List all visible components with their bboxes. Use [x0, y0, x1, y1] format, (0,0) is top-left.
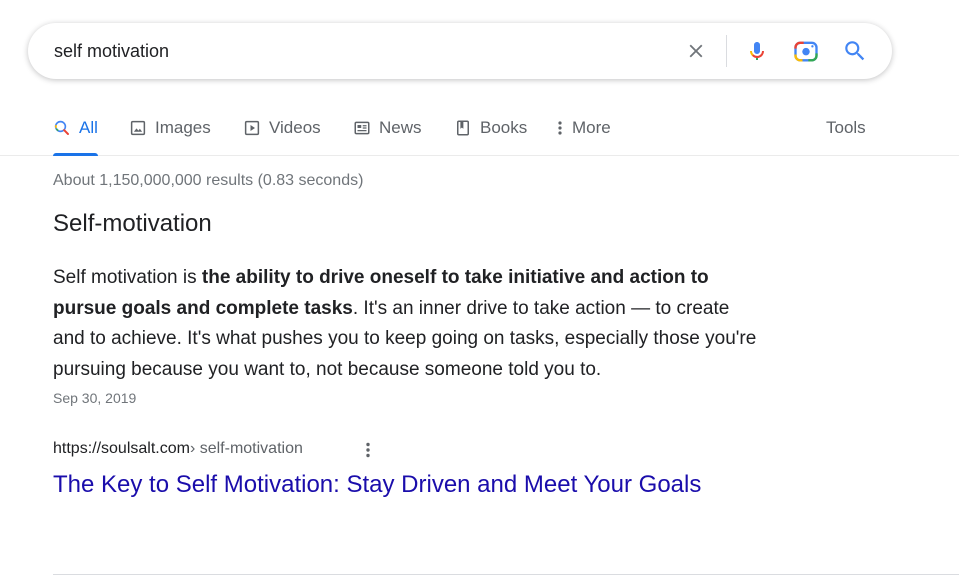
- tools-button[interactable]: Tools: [826, 100, 866, 155]
- result-stats: About 1,150,000,000 results (0.83 second…: [53, 172, 364, 189]
- search-input[interactable]: [54, 23, 654, 79]
- search-icon: [53, 119, 71, 137]
- image-icon: [129, 119, 147, 137]
- snippet-date: Sep 30, 2019: [53, 390, 137, 406]
- result-url[interactable]: https://soulsalt.com › self-motivation: [53, 440, 303, 458]
- microphone-icon[interactable]: [743, 37, 771, 65]
- tab-images[interactable]: Images: [129, 100, 211, 155]
- search-tabs: All Images Videos News Books More Tools: [0, 100, 959, 156]
- search-bar-divider: [726, 35, 727, 67]
- tab-label: Videos: [269, 117, 321, 137]
- result-title-link[interactable]: The Key to Self Motivation: Stay Driven …: [53, 471, 701, 499]
- result-path: › self-motivation: [189, 440, 303, 457]
- tab-label: Books: [480, 117, 528, 137]
- tools-label: Tools: [826, 117, 866, 137]
- tab-label: News: [379, 117, 422, 137]
- featured-snippet-text: Self motivation is the ability to drive …: [53, 263, 763, 385]
- tab-all[interactable]: All: [53, 100, 98, 156]
- search-results-page: All Images Videos News Books: [0, 0, 959, 586]
- tab-more[interactable]: More: [556, 100, 611, 155]
- result-domain: https://soulsalt.com: [53, 440, 190, 457]
- more-options-icon[interactable]: [360, 439, 376, 461]
- clear-icon[interactable]: [682, 37, 710, 65]
- divider: [53, 574, 959, 575]
- tab-books[interactable]: Books: [454, 100, 527, 155]
- tab-label: Images: [155, 117, 211, 137]
- play-icon: [243, 119, 261, 137]
- snippet-text-before: Self motivation is: [53, 267, 202, 288]
- newspaper-icon: [353, 119, 371, 137]
- search-icon[interactable]: [841, 37, 869, 65]
- tab-news[interactable]: News: [353, 100, 422, 155]
- tab-videos[interactable]: Videos: [243, 100, 321, 155]
- book-icon: [454, 119, 472, 137]
- tab-label: More: [572, 117, 611, 137]
- tab-label: All: [79, 117, 98, 137]
- camera-lens-icon[interactable]: [792, 37, 820, 65]
- more-vert-icon: [556, 119, 564, 137]
- featured-snippet-heading: Self-motivation: [53, 210, 212, 237]
- search-bar: [28, 23, 892, 79]
